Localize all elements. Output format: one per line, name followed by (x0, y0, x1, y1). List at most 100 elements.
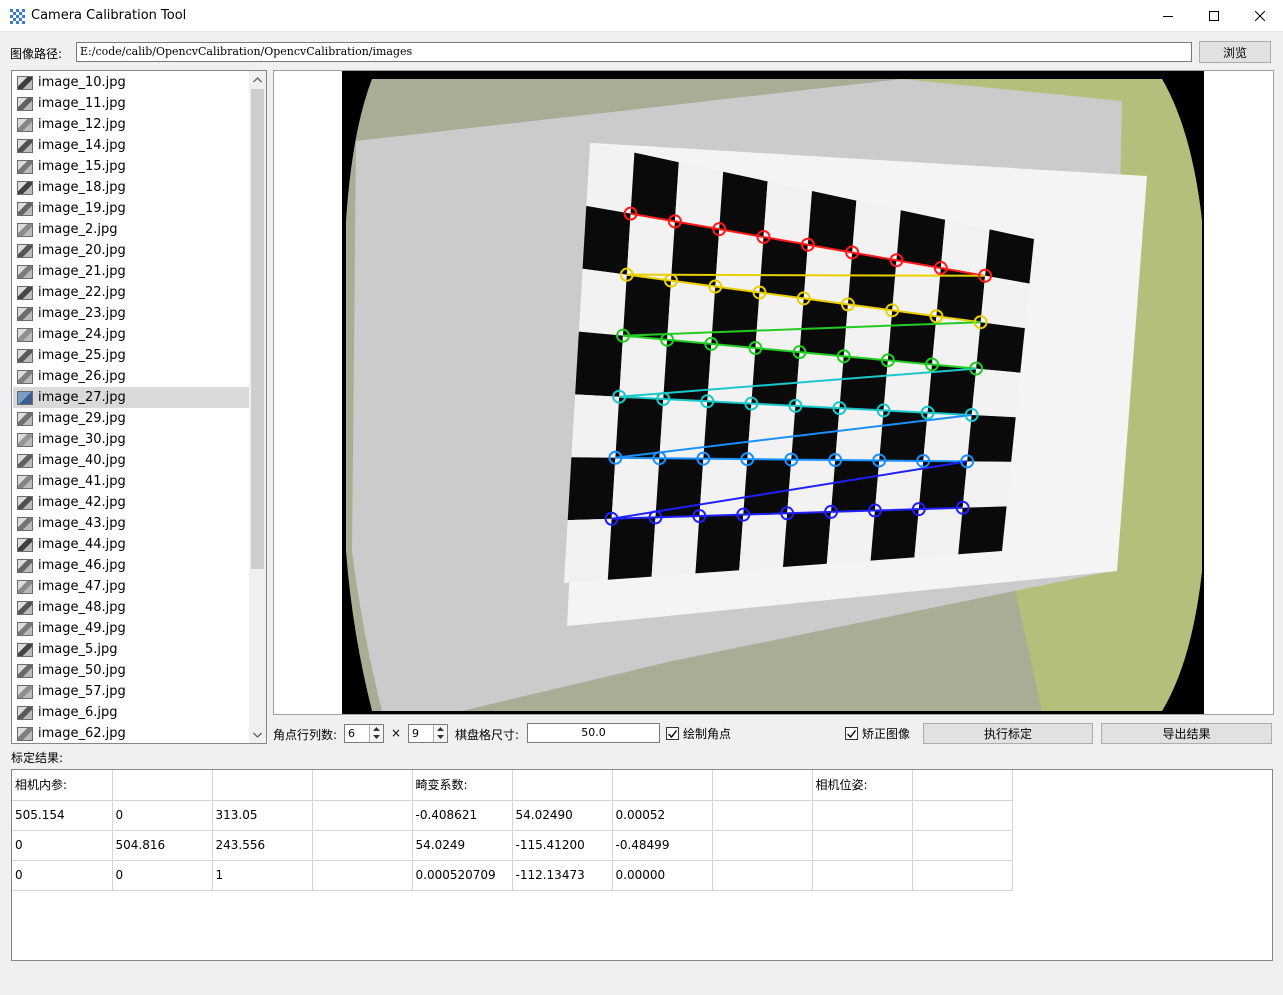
results-cell[interactable] (712, 830, 813, 861)
file-list-item[interactable]: image_43.jpg (13, 513, 249, 534)
file-list-item[interactable]: image_18.jpg (13, 177, 249, 198)
image-path-input[interactable]: E:/code/calib/OpencvCalibration/OpencvCa… (76, 42, 1192, 62)
browse-button[interactable]: 浏览 (1199, 41, 1271, 63)
results-cell[interactable] (312, 860, 413, 891)
file-list-item[interactable]: image_50.jpg (13, 660, 249, 681)
file-list-item[interactable]: image_19.jpg (13, 198, 249, 219)
results-cell[interactable] (312, 800, 413, 831)
results-cell[interactable]: 畸变系数: (412, 770, 513, 801)
close-button[interactable] (1237, 0, 1283, 32)
maximize-button[interactable] (1191, 0, 1237, 32)
results-cell[interactable] (112, 770, 213, 801)
results-cell[interactable]: 0 (112, 800, 213, 831)
cols-spinbox[interactable]: 9 (408, 724, 448, 743)
results-cell[interactable]: 0 (12, 830, 113, 861)
results-cell[interactable]: 0 (12, 860, 113, 891)
file-list-item[interactable]: image_49.jpg (13, 618, 249, 639)
file-list-item[interactable]: image_47.jpg (13, 576, 249, 597)
results-cell[interactable] (212, 770, 313, 801)
file-list-item[interactable]: image_12.jpg (13, 114, 249, 135)
results-cell[interactable] (912, 860, 1013, 891)
scrollbar-thumb[interactable] (251, 89, 264, 569)
file-list-item[interactable]: image_21.jpg (13, 261, 249, 282)
file-list-item[interactable]: image_11.jpg (13, 93, 249, 114)
spin-down-icon[interactable] (434, 733, 447, 741)
file-list-item[interactable]: image_48.jpg (13, 597, 249, 618)
results-cell[interactable]: 505.154 (12, 800, 113, 831)
results-cell[interactable]: 0.00052 (612, 800, 713, 831)
results-cell[interactable] (712, 770, 813, 801)
file-list-item[interactable]: image_5.jpg (13, 639, 249, 660)
checker-square (611, 457, 660, 519)
file-list-item[interactable]: image_29.jpg (13, 408, 249, 429)
file-list-item[interactable]: image_10.jpg (13, 72, 249, 93)
results-cell[interactable] (912, 770, 1013, 801)
results-cell[interactable]: 相机内参: (12, 770, 113, 801)
results-cell[interactable]: 相机位姿: (812, 770, 913, 801)
results-cell[interactable]: 0.000520709 (412, 860, 513, 891)
file-list-item[interactable]: image_2.jpg (13, 219, 249, 240)
calibrate-button[interactable]: 执行标定 (923, 723, 1093, 744)
file-list-item[interactable]: image_41.jpg (13, 471, 249, 492)
image-file-list[interactable]: image_10.jpg image_11.jpg image_12.jpg imag… (11, 70, 267, 744)
results-cell[interactable] (712, 800, 813, 831)
spin-up-icon[interactable] (370, 725, 383, 733)
scroll-up-button[interactable] (249, 71, 266, 88)
results-cell[interactable] (912, 800, 1013, 831)
export-button[interactable]: 导出结果 (1101, 723, 1272, 744)
file-list-item[interactable]: image_6.jpg (13, 702, 249, 723)
rows-spinbox[interactable]: 6 (344, 724, 384, 743)
file-list-scrollbar[interactable] (249, 71, 266, 743)
file-list-item[interactable]: image_14.jpg (13, 135, 249, 156)
results-cell[interactable] (812, 800, 913, 831)
file-list-item[interactable]: image_20.jpg (13, 240, 249, 261)
results-cell[interactable] (812, 830, 913, 861)
checker-square (586, 143, 635, 214)
undistort-checkbox[interactable]: 矫正图像 (845, 725, 910, 742)
results-cell[interactable] (912, 830, 1013, 861)
file-list-item[interactable]: image_26.jpg (13, 366, 249, 387)
square-size-input[interactable]: 50.0 (527, 723, 660, 743)
file-list-item[interactable]: image_57.jpg (13, 681, 249, 702)
results-cell[interactable]: -112.13473 (512, 860, 613, 891)
file-list-item[interactable]: image_46.jpg (13, 555, 249, 576)
file-list-item[interactable]: image_42.jpg (13, 492, 249, 513)
results-cell[interactable]: 313.05 (212, 800, 313, 831)
file-list-item[interactable]: image_24.jpg (13, 324, 249, 345)
checker-square (887, 310, 937, 365)
file-list-item[interactable]: image_25.jpg (13, 345, 249, 366)
file-list-item[interactable]: image_40.jpg (13, 450, 249, 471)
results-cell[interactable] (312, 830, 413, 861)
results-cell[interactable]: 1 (212, 860, 313, 891)
results-cell[interactable]: 243.556 (212, 830, 313, 861)
file-list-item[interactable]: image_15.jpg (13, 156, 249, 177)
checker-square (703, 401, 752, 460)
scroll-down-button[interactable] (249, 726, 266, 743)
draw-corners-checkbox[interactable]: 绘制角点 (666, 725, 731, 742)
file-list-item[interactable]: image_62.jpg (13, 723, 249, 743)
results-cell[interactable]: 54.0249 (412, 830, 513, 861)
results-cell[interactable] (712, 860, 813, 891)
results-cell[interactable]: -115.41200 (512, 830, 613, 861)
results-cell[interactable]: -0.408621 (412, 800, 513, 831)
results-cell[interactable] (512, 770, 613, 801)
results-cell[interactable]: 0.00000 (612, 860, 713, 891)
image-thumbnail-icon (17, 558, 33, 573)
results-cell[interactable]: 504.816 (112, 830, 213, 861)
checker-square (852, 200, 901, 261)
spin-up-icon[interactable] (434, 725, 447, 733)
minimize-button[interactable] (1145, 0, 1191, 32)
results-table[interactable]: 相机内参: 畸变系数: 相机位姿: 505.154 0 313.05 -0.408621 54… (11, 769, 1273, 961)
results-cell[interactable]: 0 (112, 860, 213, 891)
file-list-item[interactable]: image_30.jpg (13, 429, 249, 450)
file-list-item[interactable]: image_27.jpg (13, 387, 249, 408)
results-cell[interactable] (612, 770, 713, 801)
file-list-item[interactable]: image_22.jpg (13, 282, 249, 303)
results-cell[interactable] (312, 770, 413, 801)
results-cell[interactable]: 54.02490 (512, 800, 613, 831)
file-list-item[interactable]: image_44.jpg (13, 534, 249, 555)
spin-down-icon[interactable] (370, 733, 383, 741)
file-list-item[interactable]: image_23.jpg (13, 303, 249, 324)
results-cell[interactable]: -0.48499 (612, 830, 713, 861)
results-cell[interactable] (812, 860, 913, 891)
